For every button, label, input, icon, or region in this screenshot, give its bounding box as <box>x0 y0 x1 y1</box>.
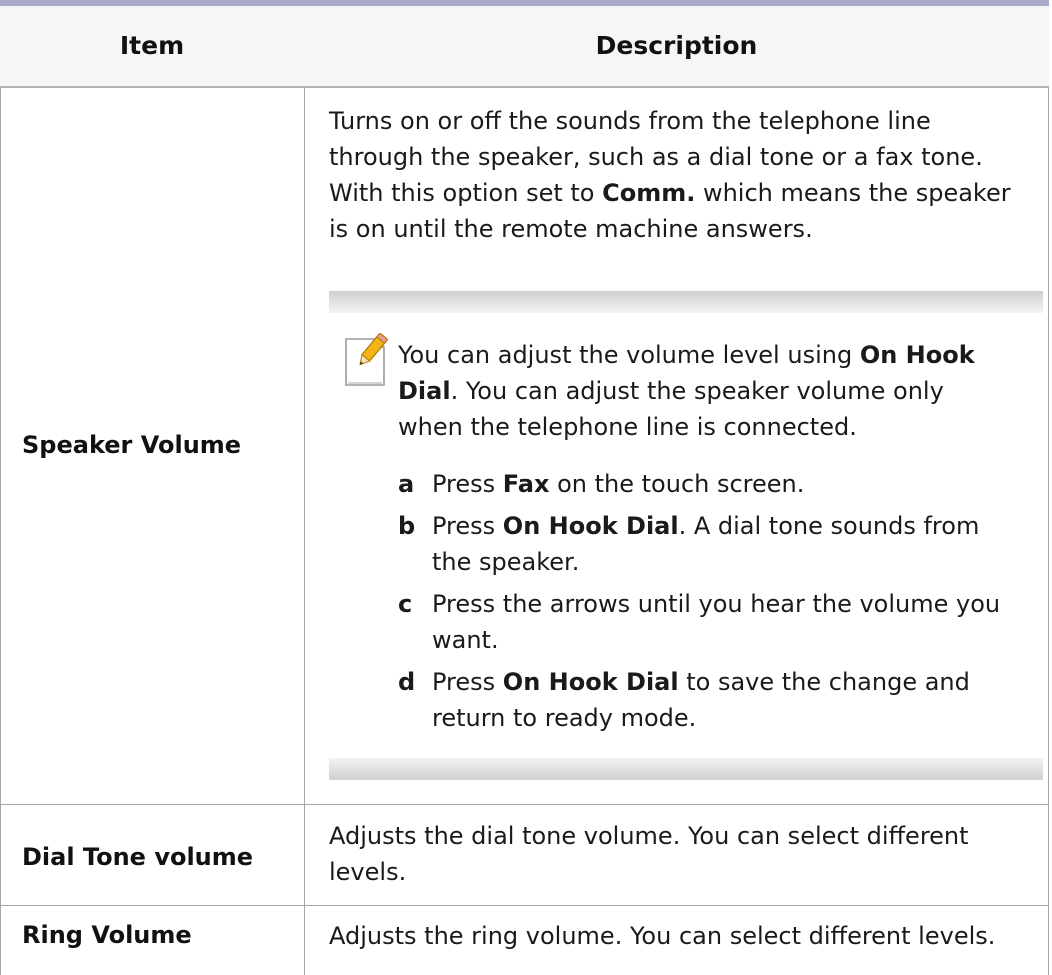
step-letter: d <box>398 668 416 696</box>
text-run: Press <box>432 470 503 498</box>
note-step-d: d Press On Hook Dial to save the change … <box>398 664 1043 736</box>
row-divider <box>0 905 1049 906</box>
table-left-border <box>0 88 1 975</box>
step-line: want. <box>432 626 499 654</box>
text-run: . A dial tone sounds from <box>678 512 980 540</box>
description-line: Turns on or off the sounds from the tele… <box>329 107 931 135</box>
text-run: on the touch screen. <box>549 470 805 498</box>
text-run: . You can adjust the speaker volume only <box>450 377 944 405</box>
note-pencil-icon <box>345 333 389 386</box>
ring-volume-description: Adjusts the ring volume. You can select … <box>329 918 1041 954</box>
table-header-row: Item Description <box>0 6 1049 88</box>
note-step-a: a Press Fax on the touch screen. <box>398 466 1043 502</box>
step-letter: a <box>398 470 415 498</box>
row-label-speaker-volume: Speaker Volume <box>22 431 242 459</box>
step-line: Press the arrows until you hear the volu… <box>432 590 1001 618</box>
step-line: Press On Hook Dial to save the change an… <box>432 664 1042 700</box>
description-line: through the speaker, such as a dial tone… <box>329 143 983 171</box>
note-box-top-band <box>329 291 1043 313</box>
step-text: Press Fax on the touch screen. <box>432 466 1042 502</box>
text-run: which means the speaker <box>695 179 1011 207</box>
description-line: levels. <box>329 858 407 886</box>
table-right-border <box>1048 88 1049 975</box>
dial-tone-volume-description: Adjusts the dial tone volume. You can se… <box>329 818 1041 890</box>
text-run: to save the change and <box>678 668 970 696</box>
step-letter: b <box>398 512 416 540</box>
comm-option-label: Comm. <box>602 179 696 207</box>
step-text: Press On Hook Dial. A dial tone sounds f… <box>432 508 1042 580</box>
description-line: With this option set to Comm. which mean… <box>329 175 1041 211</box>
row-label-ring-volume: Ring Volume <box>22 921 192 949</box>
text-run: You can adjust the volume level using <box>398 341 860 369</box>
column-divider <box>304 88 305 975</box>
note-line: when the telephone line is connected. <box>398 413 857 441</box>
row-label-dial-tone-volume: Dial Tone volume <box>22 843 254 871</box>
description-line: is on until the remote machine answers. <box>329 215 813 243</box>
dial-label: Dial <box>398 377 451 405</box>
note-line: Dial. You can adjust the speaker volume … <box>398 373 1038 409</box>
note-step-b: b Press On Hook Dial. A dial tone sounds… <box>398 508 1043 580</box>
column-header-item: Item <box>119 31 185 60</box>
row-divider <box>0 804 1049 805</box>
description-line: Adjusts the dial tone volume. You can se… <box>329 822 969 850</box>
note-text: You can adjust the volume level using On… <box>398 337 1038 445</box>
note-step-c: c Press the arrows until you hear the vo… <box>398 586 1043 658</box>
step-keyword: On Hook Dial <box>502 512 679 540</box>
description-line: Adjusts the ring volume. You can select … <box>329 922 996 950</box>
text-run: Press <box>432 668 503 696</box>
step-keyword: Fax <box>502 470 550 498</box>
step-line: Press On Hook Dial. A dial tone sounds f… <box>432 508 1042 544</box>
text-run: With this option set to <box>329 179 603 207</box>
step-line: return to ready mode. <box>432 704 697 732</box>
step-text: Press On Hook Dial to save the change an… <box>432 664 1042 736</box>
step-text: Press the arrows until you hear the volu… <box>432 586 1042 658</box>
note-box-bottom-band <box>329 758 1043 780</box>
note-line: You can adjust the volume level using On… <box>398 337 1038 373</box>
speaker-volume-description: Turns on or off the sounds from the tele… <box>329 103 1041 247</box>
step-keyword: On Hook Dial <box>502 668 679 696</box>
text-run: Press <box>432 512 503 540</box>
column-header-description: Description <box>595 31 758 60</box>
step-line: the speaker. <box>432 548 580 576</box>
step-letter: c <box>398 590 413 618</box>
on-hook-label: On Hook <box>859 341 975 369</box>
